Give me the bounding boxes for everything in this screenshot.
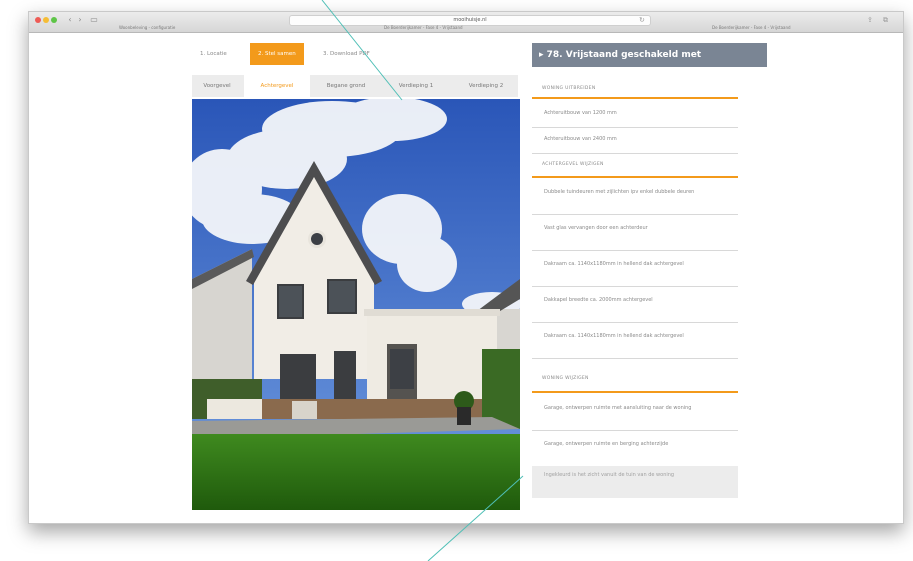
tab-verdieping-1[interactable]: Verdieping 1	[384, 75, 448, 97]
forward-arrow-icon[interactable]: ›	[75, 15, 85, 25]
option-dubbele-tuindeuren[interactable]: Dubbele tuindeuren met zijlichten ipv en…	[532, 183, 738, 215]
view-tabs: Voorgevel Achtergevel Begane grond Verdi…	[192, 75, 518, 97]
section-heading-woning-wijzigen: WONING WIJZIGEN	[542, 376, 589, 381]
tab-begane-grond[interactable]: Begane grond	[314, 75, 378, 97]
tab-verdieping-2[interactable]: Verdieping 2	[454, 75, 518, 97]
option-achteruitbouw-1200[interactable]: Achteruitbouw van 1200 mm	[532, 104, 738, 128]
option-dakraam-2[interactable]: Dakraam ca. 1140x1180mm in hellend dak a…	[532, 327, 738, 359]
option-garage-aansluiting[interactable]: Garage, ontwerpen ruimte met aansluiting…	[532, 399, 738, 431]
house-render-image	[192, 99, 520, 510]
info-note: Ingekleurd is het zicht vanuit de tuin v…	[532, 466, 738, 498]
option-achterdeur[interactable]: Vast glas vervangen door een achterdeur	[532, 219, 738, 251]
browser-titlebar: ‹ › ▭ mooihuisje.nl ↻ ⇪ ⧉ Woonbeleving -…	[29, 12, 903, 33]
section-heading-achtergevel-wijzigen: ACHTERGEVEL WIJZIGEN	[542, 162, 604, 167]
minimize-window-icon[interactable]	[43, 17, 49, 23]
option-garage-berging[interactable]: Garage, ontwerpen ruimte en berging acht…	[532, 435, 738, 467]
section-divider	[532, 391, 738, 393]
zoom-window-icon[interactable]	[51, 17, 57, 23]
configurator-page: 1. Locatie 2. Stel samen 3. Download PDF…	[29, 33, 903, 523]
step-location[interactable]: 1. Locatie	[192, 43, 235, 65]
address-bar[interactable]: mooihuisje.nl	[289, 15, 651, 26]
browser-tab-right[interactable]: De Boerderijkamer - Fase 4 - Vrijstaand	[712, 25, 791, 30]
browser-window: ‹ › ▭ mooihuisje.nl ↻ ⇪ ⧉ Woonbeleving -…	[28, 11, 904, 524]
reload-icon[interactable]: ↻	[639, 16, 645, 24]
section-divider	[532, 176, 738, 178]
share-icon[interactable]: ⇪	[867, 16, 873, 24]
tabs-icon[interactable]: ⧉	[883, 16, 888, 25]
step-compose[interactable]: 2. Stel samen	[250, 43, 304, 65]
section-divider	[532, 97, 738, 99]
option-dakkapel[interactable]: Dakkapel breedte ca. 2000mm achtergevel	[532, 291, 738, 323]
step-download-pdf[interactable]: 3. Download PDF	[315, 43, 378, 65]
section-heading-woning-uitbreiden: WONING UITBREIDEN	[542, 86, 596, 91]
option-achteruitbouw-2400[interactable]: Achteruitbouw van 2400 mm	[532, 130, 738, 154]
close-window-icon[interactable]	[35, 17, 41, 23]
tab-voorgevel[interactable]: Voorgevel	[192, 75, 242, 97]
tab-achtergevel[interactable]: Achtergevel	[244, 75, 310, 97]
option-dakraam-1[interactable]: Dakraam ca. 1140x1180mm in hellend dak a…	[532, 255, 738, 287]
browser-tab-left[interactable]: Woonbeleving - configuratie	[119, 25, 175, 30]
sidebar-icon[interactable]: ▭	[89, 15, 99, 25]
back-arrow-icon[interactable]: ‹	[65, 15, 75, 25]
browser-tab-mid[interactable]: De Boerderijkamer - Fase 4 - Vrijstaand	[384, 25, 463, 30]
house-type-title[interactable]: ▸ 78. Vrijstaand geschakeld met	[532, 43, 767, 67]
